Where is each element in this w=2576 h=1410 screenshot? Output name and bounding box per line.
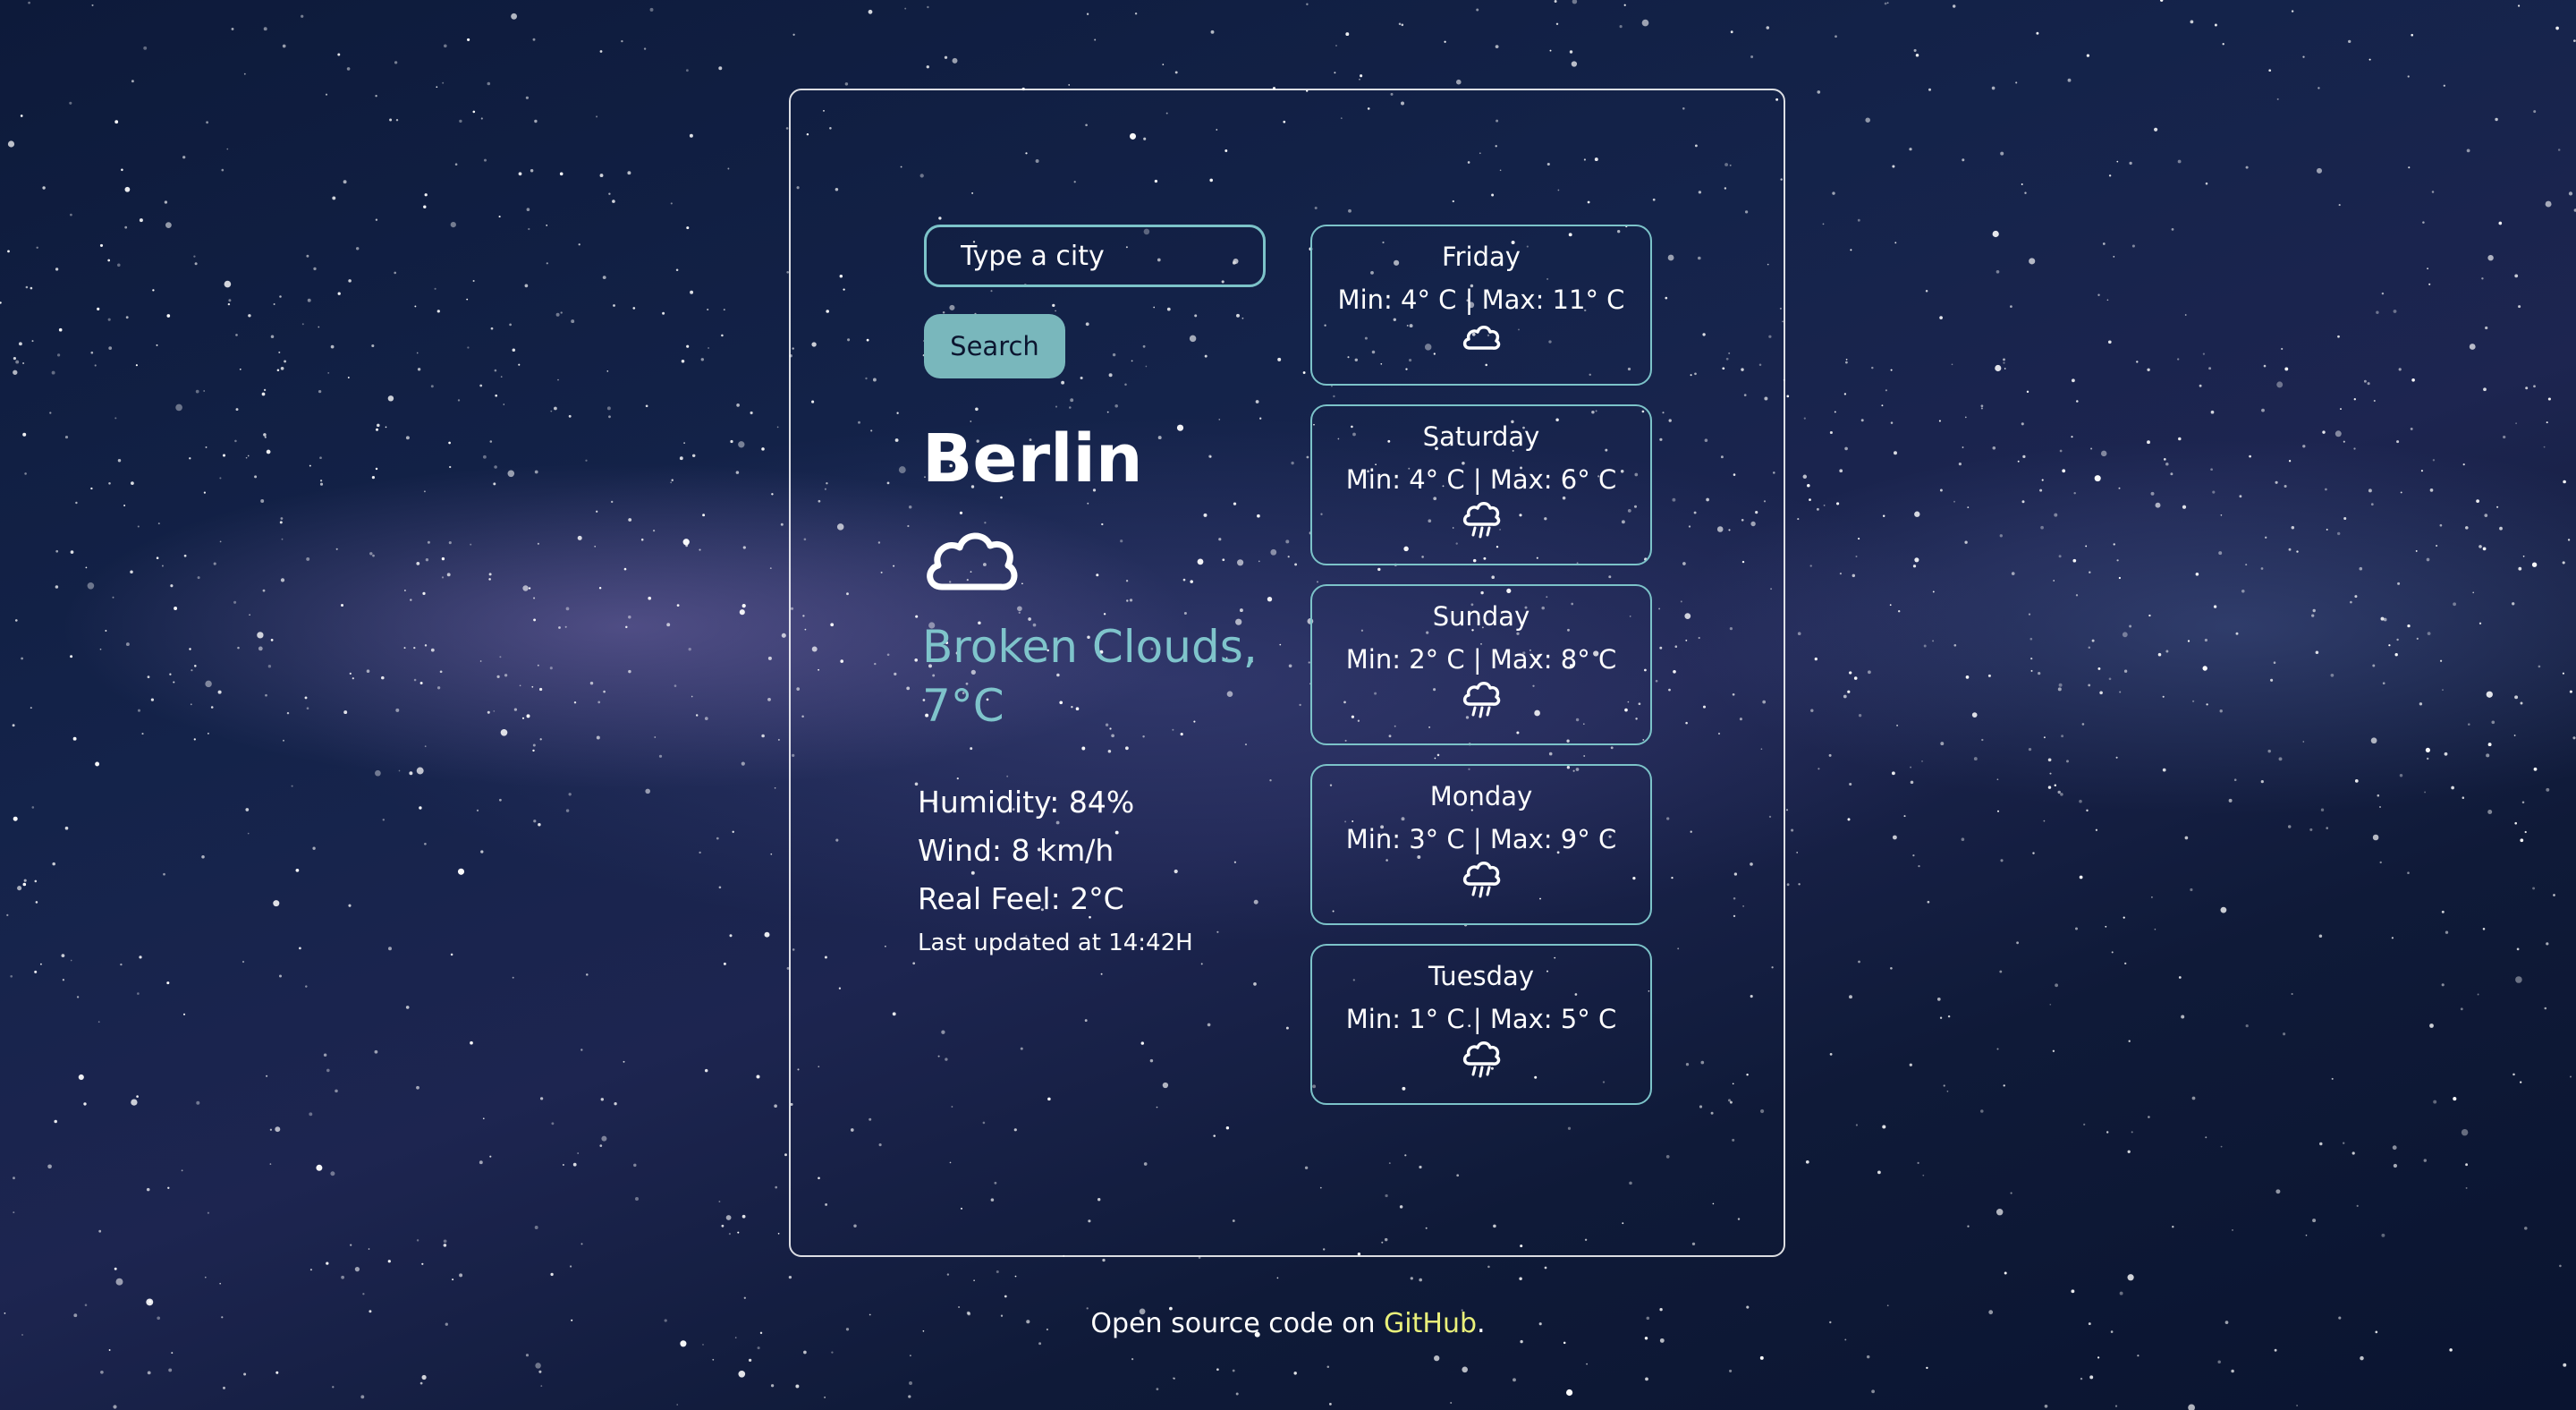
cloud-icon <box>927 532 1018 590</box>
last-updated: Last updated at 14:42H <box>918 930 1193 956</box>
description-text: Broken Clouds, <box>922 621 1258 673</box>
forecast-card-friday: Friday Min: 4° C | Max: 11° C <box>1310 225 1652 386</box>
rain-cloud-icon <box>1462 862 1501 898</box>
rain-cloud-icon <box>1462 1041 1501 1078</box>
forecast-card-sunday: Sunday Min: 2° C | Max: 8° C <box>1310 584 1652 745</box>
forecast-day: Sunday <box>1432 601 1530 632</box>
wind: Wind: 8 km/h <box>918 833 1114 868</box>
github-link[interactable]: GitHub <box>1384 1308 1477 1339</box>
forecast-card-saturday: Saturday Min: 4° C | Max: 6° C <box>1310 404 1652 565</box>
humidity: Humidity: 84% <box>918 785 1135 820</box>
forecast-temps: Min: 4° C | Max: 11° C <box>1337 285 1625 315</box>
real-feel: Real Feel: 2°C <box>918 881 1124 916</box>
forecast-day: Monday <box>1429 781 1533 811</box>
forecast-temps: Min: 2° C | Max: 8° C <box>1345 644 1617 675</box>
footer-suffix: . <box>1477 1308 1486 1339</box>
footer-text: Open source code on <box>1090 1308 1385 1339</box>
rain-cloud-icon <box>1462 682 1501 718</box>
city-search-input[interactable] <box>924 225 1266 287</box>
weather-description: Broken Clouds, 7°C <box>922 617 1298 735</box>
cloud-icon <box>1462 326 1501 350</box>
footer: Open source code on GitHub. <box>0 1306 2576 1342</box>
forecast-day: Friday <box>1442 242 1521 272</box>
forecast-day: Tuesday <box>1428 961 1534 991</box>
city-name: Berlin <box>922 420 1143 497</box>
search-button[interactable]: Search <box>924 314 1065 378</box>
rain-cloud-icon <box>1462 502 1501 539</box>
forecast-temps: Min: 3° C | Max: 9° C <box>1345 824 1617 854</box>
forecast-temps: Min: 4° C | Max: 6° C <box>1345 464 1617 495</box>
forecast-temps: Min: 1° C | Max: 5° C <box>1345 1004 1617 1034</box>
forecast-card-tuesday: Tuesday Min: 1° C | Max: 5° C <box>1310 944 1652 1105</box>
forecast-card-monday: Monday Min: 3° C | Max: 9° C <box>1310 764 1652 925</box>
current-temperature: 7°C <box>922 680 1004 732</box>
weather-details: Humidity: 84% Wind: 8 km/h Real Feel: 2°… <box>918 778 1193 963</box>
forecast-day: Saturday <box>1422 421 1540 452</box>
